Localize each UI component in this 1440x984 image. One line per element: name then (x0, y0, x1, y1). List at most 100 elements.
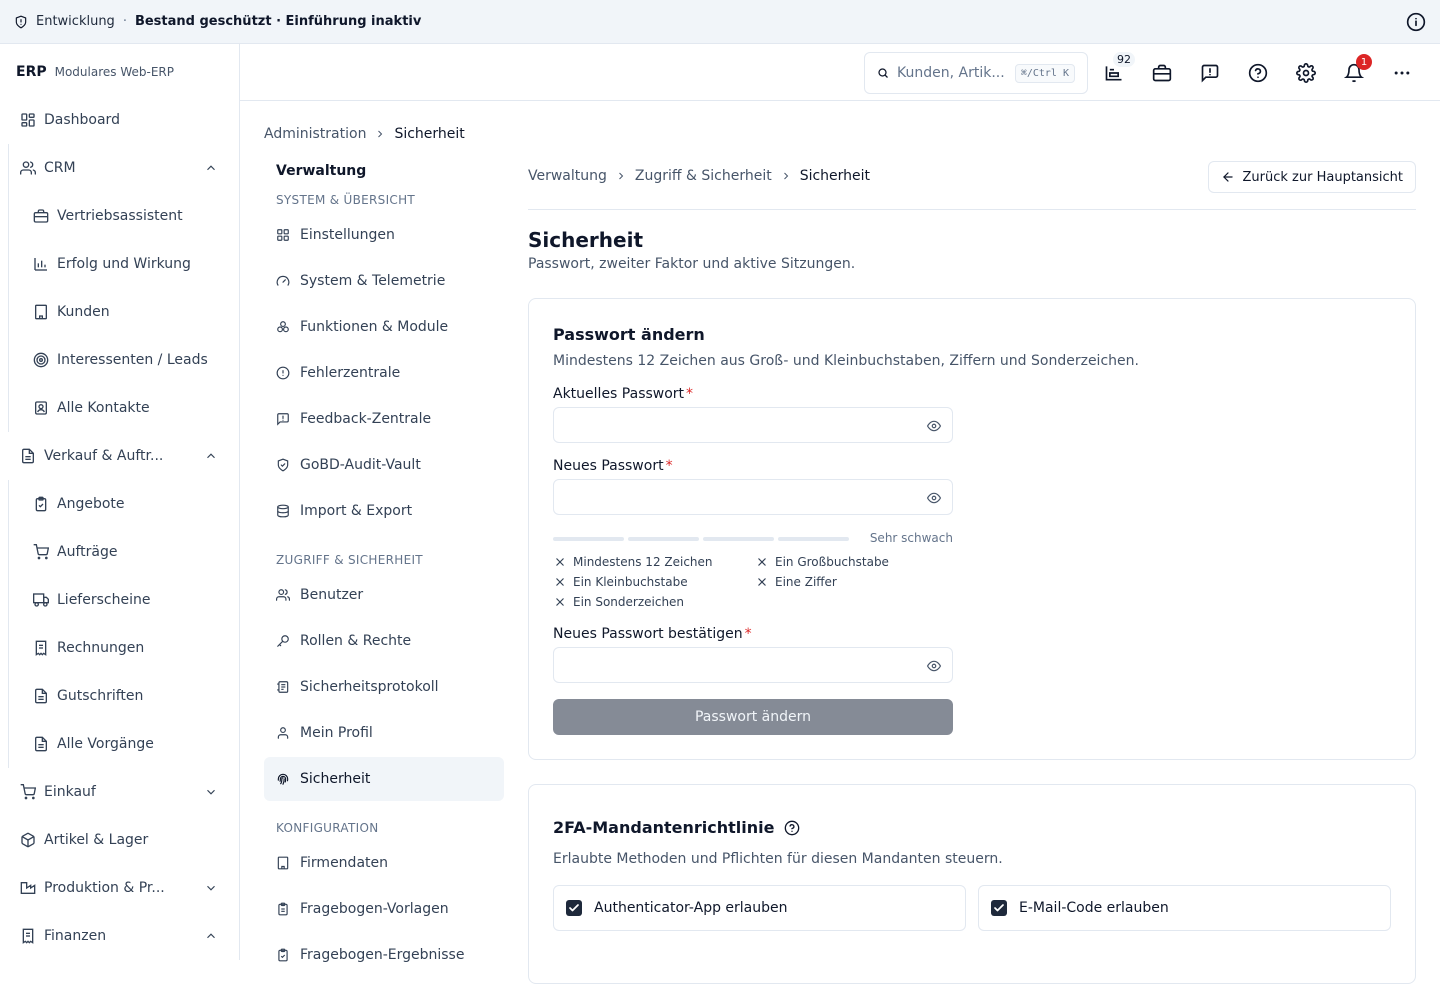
admin-nav-label: Sicherheitsprotokoll (300, 679, 439, 695)
sidebar-item-vorgaenge[interactable]: Alle Vorgänge (24, 724, 232, 764)
sidebar-item-lieferscheine[interactable]: Lieferscheine (24, 580, 232, 620)
admin-nav-benutzer[interactable]: Benutzer (264, 573, 504, 617)
current-password-label: Aktuelles Passwort * (553, 386, 693, 402)
box-icon (20, 832, 36, 848)
environment-status: Bestand geschützt · Einführung inaktiv (134, 14, 422, 29)
sidebar-item-finanzen[interactable]: Finanzen (8, 916, 232, 956)
card-description: Mindestens 12 Zeichen aus Groß- und Klei… (553, 353, 1139, 369)
sidebar-item-kunden[interactable]: Kunden (24, 292, 232, 332)
admin-nav-sicherheit[interactable]: Sicherheit (264, 757, 504, 801)
admin-nav-protokoll[interactable]: Sicherheitsprotokoll (264, 665, 504, 709)
required-mark: * (665, 458, 673, 474)
global-search[interactable]: Kunden, Artik... ⌘/Ctrl K (864, 52, 1088, 94)
eye-icon[interactable] (926, 419, 942, 433)
password-rule: Mindestens 12 Zeichen (553, 555, 713, 569)
sidebar-item-label: Erfolg und Wirkung (57, 256, 191, 272)
eye-icon[interactable] (926, 659, 942, 673)
admin-nav-gobd[interactable]: GoBD-Audit-Vault (264, 443, 504, 487)
admin-nav-feedback[interactable]: Feedback-Zentrale (264, 397, 504, 441)
feedback-icon (276, 412, 290, 426)
sidebar-item-rechnungen[interactable]: Rechnungen (24, 628, 232, 668)
sidebar-item-einkauf[interactable]: Einkauf (8, 772, 232, 812)
admin-nav-fragebogen-vorlagen[interactable]: Fragebogen-Vorlagen (264, 887, 504, 931)
sidebar-item-dashboard[interactable]: Dashboard (8, 100, 232, 140)
page-title: Sicherheit (528, 228, 643, 252)
eye-icon[interactable] (926, 491, 942, 505)
sidebar-item-label: Aufträge (57, 544, 118, 560)
more-button[interactable] (1389, 60, 1415, 86)
search-input[interactable]: Kunden, Artik... (897, 65, 1005, 81)
tree-line (8, 144, 9, 432)
back-button[interactable]: Zurück zur Hauptansicht (1207, 161, 1416, 193)
card-title-text: 2FA-Mandantenrichtlinie (553, 818, 775, 837)
admin-nav-profil[interactable]: Mein Profil (264, 711, 504, 755)
new-password-input[interactable] (553, 479, 953, 515)
admin-nav-label: System & Telemetrie (300, 273, 446, 289)
admin-nav-fehlerzentrale[interactable]: Fehlerzentrale (264, 351, 504, 395)
admin-nav-einstellungen[interactable]: Einstellungen (264, 213, 504, 257)
confirm-password-input[interactable] (553, 647, 953, 683)
password-rule: Eine Ziffer (755, 575, 837, 589)
sidebar-item-vertriebsassistent[interactable]: Vertriebsassistent (24, 196, 232, 236)
chevron-down-icon (204, 785, 218, 799)
rule-label: Ein Sonderzeichen (573, 595, 685, 609)
breadcrumb-link[interactable]: Verwaltung (528, 168, 607, 184)
user-icon (276, 726, 290, 740)
back-button-label: Zurück zur Hauptansicht (1242, 169, 1403, 185)
inbox-button[interactable]: 92 (1101, 52, 1135, 86)
sidebar-item-artikel[interactable]: Artikel & Lager (8, 820, 232, 860)
sidebar-item-angebote[interactable]: Angebote (24, 484, 232, 524)
fingerprint-icon (276, 772, 290, 786)
breadcrumb-link[interactable]: Administration (264, 126, 366, 142)
admin-nav-label: Feedback-Zentrale (300, 411, 432, 427)
chevron-up-icon (204, 449, 218, 463)
sidebar-item-label: Finanzen (44, 928, 107, 944)
briefcase-button[interactable] (1149, 60, 1175, 86)
current-password-input[interactable] (553, 407, 953, 443)
breadcrumb-link[interactable]: Zugriff & Sicherheit (635, 168, 772, 184)
info-icon[interactable] (1406, 12, 1426, 32)
admin-nav-rollen[interactable]: Rollen & Rechte (264, 619, 504, 663)
divider (528, 209, 1416, 210)
admin-nav-firmendaten[interactable]: Firmendaten (264, 841, 504, 885)
settings-button[interactable] (1293, 60, 1319, 86)
help-button[interactable] (1245, 60, 1271, 86)
strength-segment (553, 537, 624, 541)
key-icon (276, 634, 290, 648)
sidebar-item-erfolg[interactable]: Erfolg und Wirkung (24, 244, 232, 284)
admin-nav-telemetrie[interactable]: System & Telemetrie (264, 259, 504, 303)
admin-nav-import[interactable]: Import & Export (264, 489, 504, 533)
sidebar-item-leads[interactable]: Interessenten / Leads (24, 340, 232, 380)
feedback-button[interactable] (1197, 60, 1223, 86)
admin-nav-label: Benutzer (300, 587, 364, 603)
change-password-button[interactable]: Passwort ändern (553, 699, 953, 735)
admin-nav-fragebogen-ergebnisse[interactable]: Fragebogen-Ergebnisse (264, 933, 504, 977)
log-icon (276, 680, 290, 694)
sidebar-item-auftraege[interactable]: Aufträge (24, 532, 232, 572)
sidebar-item-label: Dashboard (44, 112, 120, 128)
bar-chart-icon (33, 256, 49, 272)
sidebar-item-gutschriften[interactable]: Gutschriften (24, 676, 232, 716)
card-description: Erlaubte Methoden und Pflichten für dies… (553, 851, 1003, 867)
logo: ERP (16, 64, 47, 80)
brand[interactable]: ERP Modulares Web-ERP (0, 44, 239, 100)
authenticator-app-option[interactable]: Authenticator-App erlauben (553, 885, 966, 931)
sidebar-item-kontakte[interactable]: Alle Kontakte (24, 388, 232, 428)
clipboard-icon (33, 496, 49, 512)
admin-nav-module[interactable]: Funktionen & Module (264, 305, 504, 349)
chevron-down-icon (204, 881, 218, 895)
sidebar-item-verkauf[interactable]: Verkauf & Auftr... (8, 436, 232, 476)
help-icon[interactable] (784, 820, 800, 836)
email-code-option[interactable]: E-Mail-Code erlauben (978, 885, 1391, 931)
notifications-button[interactable]: 1 (1341, 54, 1372, 86)
admin-nav-label: GoBD-Audit-Vault (300, 457, 421, 473)
sidebar-item-crm[interactable]: CRM (8, 148, 232, 188)
receipt-icon (33, 640, 49, 656)
checkbox[interactable] (991, 900, 1007, 916)
sidebar-item-produktion[interactable]: Produktion & Pr... (8, 868, 232, 908)
section-label: ZUGRIFF & SICHERHEIT (276, 553, 423, 567)
sidebar-item-label: Produktion & Pr... (44, 880, 165, 896)
checkbox[interactable] (566, 900, 582, 916)
admin-nav-label: Fragebogen-Vorlagen (300, 901, 449, 917)
option-label: E-Mail-Code erlauben (1019, 900, 1169, 916)
